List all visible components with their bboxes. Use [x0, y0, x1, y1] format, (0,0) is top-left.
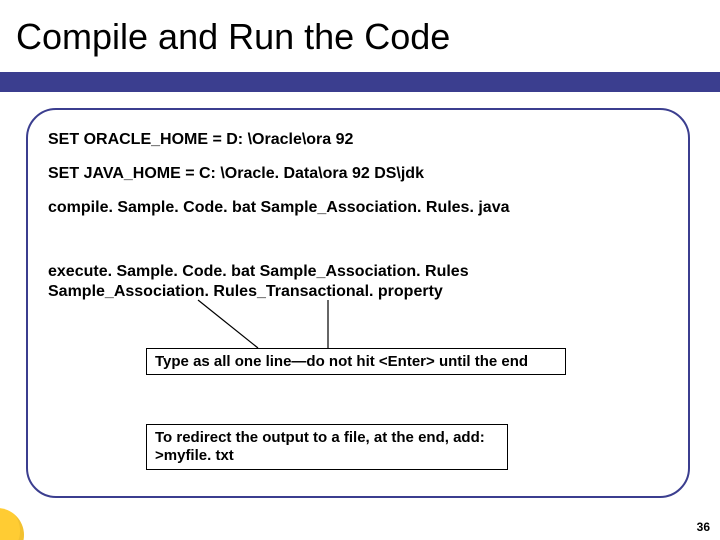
- title-underline-bar: [0, 72, 720, 92]
- cmd-set-oracle-home: SET ORACLE_HOME = D: \Oracle\ora 92: [48, 130, 353, 149]
- hint-redirect-text-a: To redirect the output to a file, at the…: [155, 429, 485, 446]
- title-region: Compile and Run the Code: [10, 4, 710, 70]
- cmd-execute-line2: Sample_Association. Rules_Transactional.…: [48, 282, 443, 301]
- slide: Compile and Run the Code SET ORACLE_HOME…: [0, 0, 720, 540]
- hint-redirect-text-b: >myfile. txt: [155, 447, 234, 464]
- content-frame: SET ORACLE_HOME = D: \Oracle\ora 92 SET …: [26, 108, 690, 498]
- decorative-dot-icon: [0, 508, 24, 540]
- slide-title: Compile and Run the Code: [10, 16, 450, 58]
- hint-redirect: To redirect the output to a file, at the…: [146, 424, 508, 470]
- hint-one-line: Type as all one line—do not hit <Enter> …: [146, 348, 566, 375]
- hint-one-line-text: Type as all one line—do not hit <Enter> …: [155, 353, 528, 370]
- cmd-set-java-home: SET JAVA_HOME = C: \Oracle. Data\ora 92 …: [48, 164, 424, 183]
- cmd-compile: compile. Sample. Code. bat Sample_Associ…: [48, 198, 509, 217]
- page-number: 36: [697, 520, 710, 534]
- cmd-execute-line1: execute. Sample. Code. bat Sample_Associ…: [48, 262, 469, 281]
